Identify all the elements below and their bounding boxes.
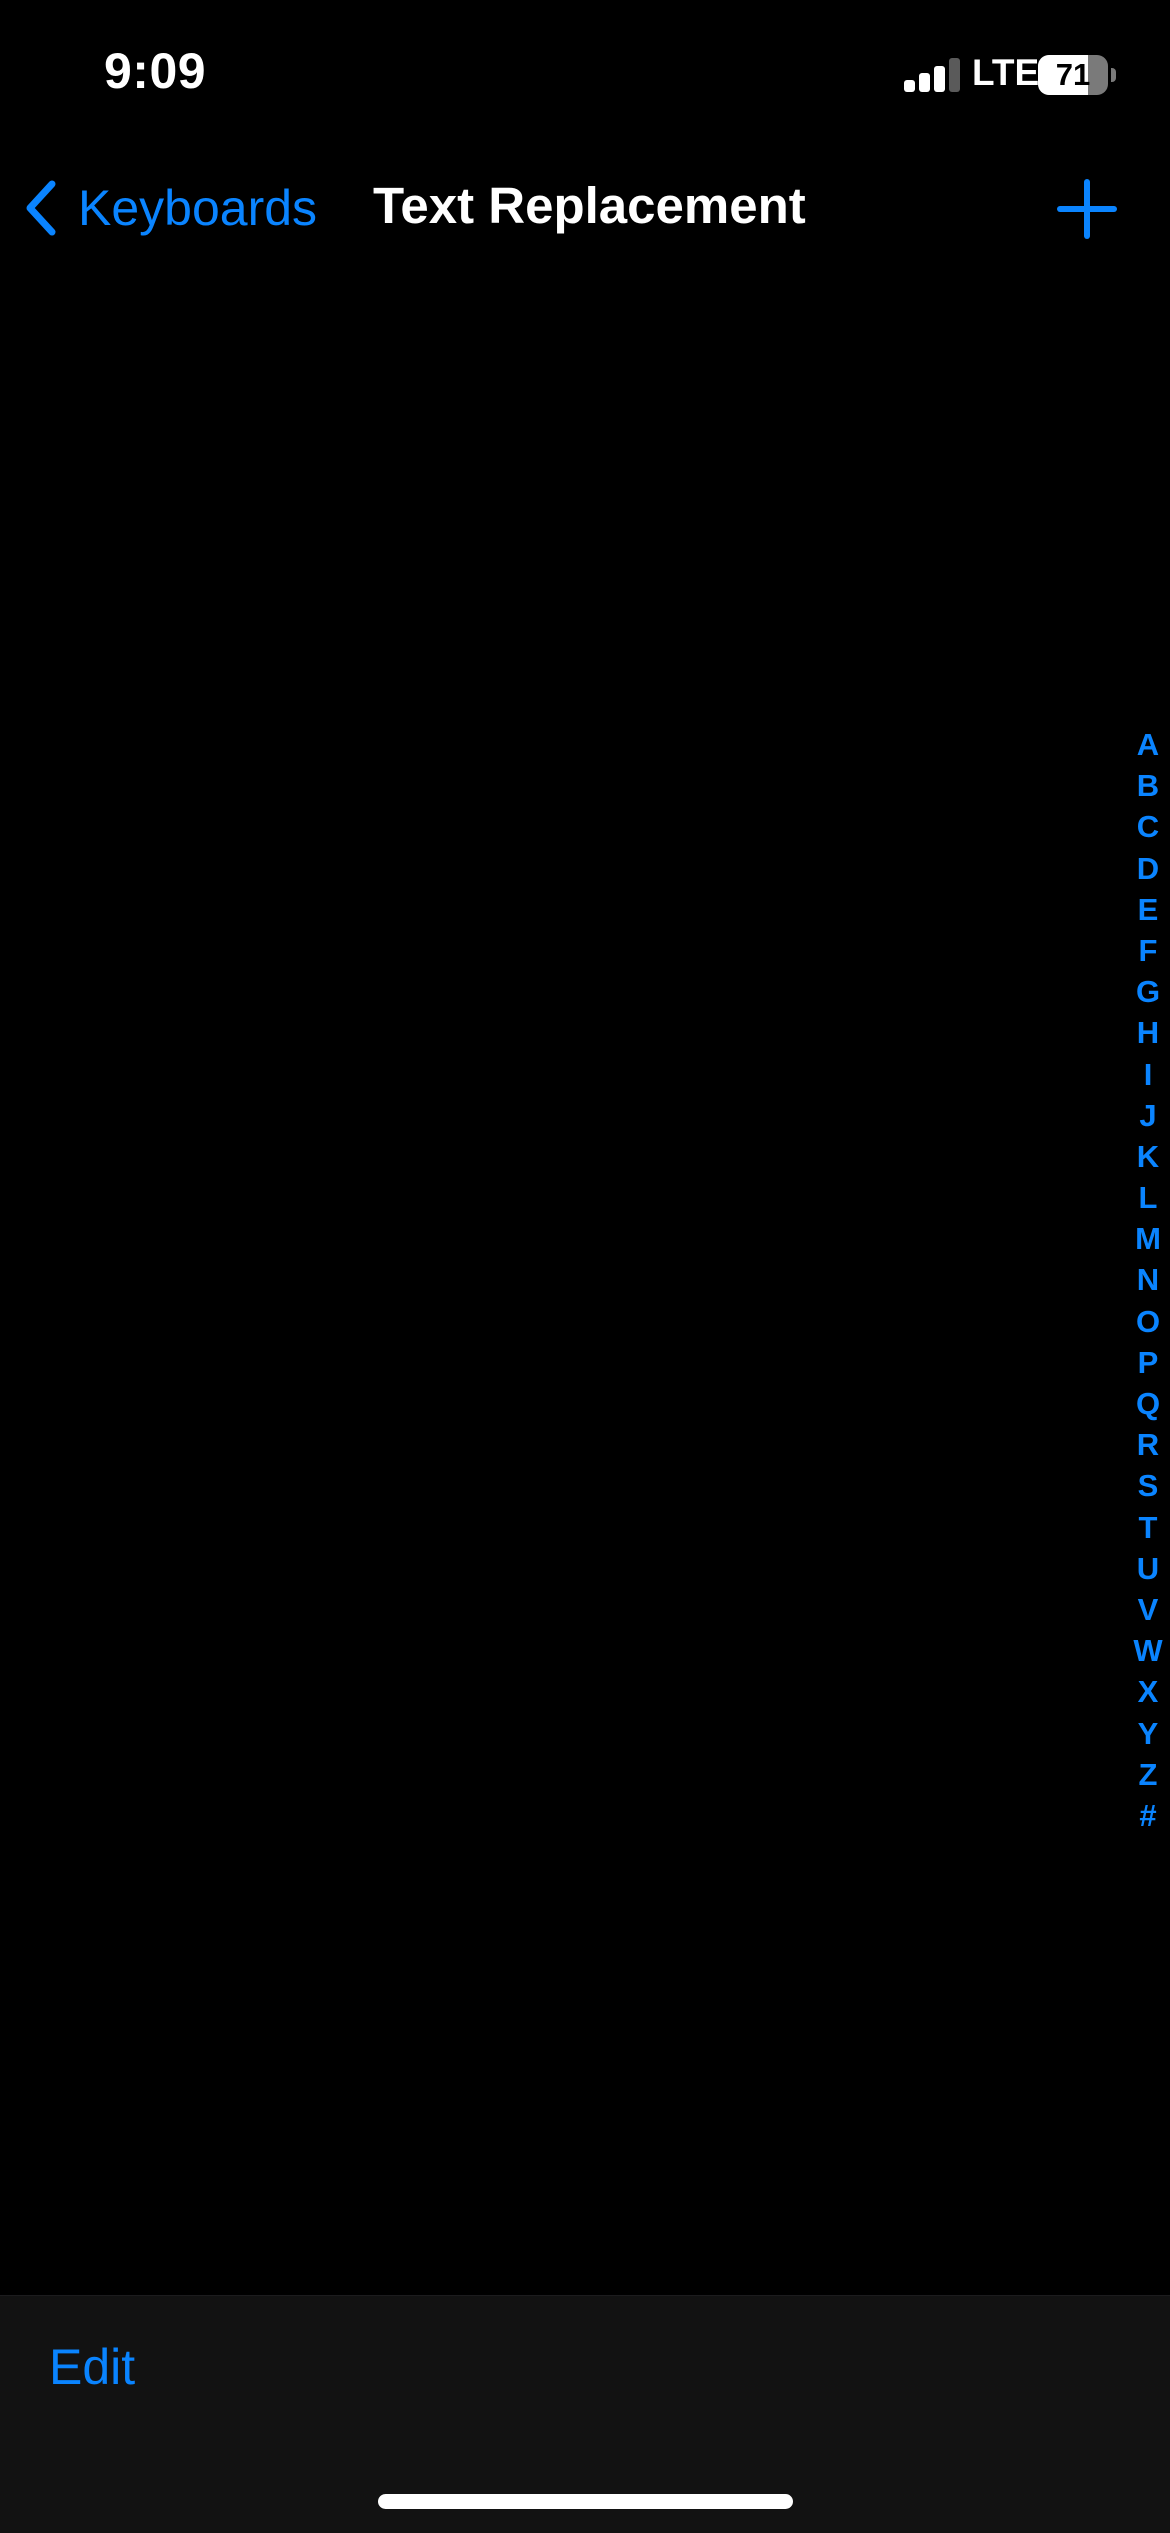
- battery-icon: 71: [1038, 55, 1116, 95]
- section-index-letter[interactable]: J: [1139, 1095, 1156, 1136]
- section-index-letter[interactable]: Q: [1136, 1383, 1160, 1424]
- page-title: Text Replacement: [373, 177, 806, 234]
- home-indicator[interactable]: [378, 2494, 793, 2509]
- section-index-letter[interactable]: Z: [1139, 1754, 1158, 1795]
- section-index-letter[interactable]: K: [1137, 1136, 1159, 1177]
- section-index-letter[interactable]: C: [1137, 806, 1159, 847]
- section-index-letter[interactable]: E: [1138, 889, 1159, 930]
- chevron-left-icon: [26, 180, 56, 236]
- section-index-letter[interactable]: M: [1135, 1218, 1161, 1259]
- back-button[interactable]: Keyboards: [22, 172, 317, 244]
- section-index-letter[interactable]: O: [1136, 1301, 1160, 1342]
- section-index[interactable]: A B C D E F G H I J K L M N O P Q R S T U V W X Y Z #: [1128, 724, 1168, 1836]
- section-index-letter[interactable]: X: [1138, 1671, 1159, 1712]
- section-index-letter[interactable]: H: [1137, 1012, 1159, 1053]
- plus-icon: [1057, 179, 1117, 239]
- section-index-letter[interactable]: D: [1137, 848, 1159, 889]
- section-index-letter[interactable]: F: [1139, 930, 1158, 971]
- section-index-letter[interactable]: N: [1137, 1259, 1159, 1300]
- add-button[interactable]: [1054, 176, 1120, 242]
- section-index-letter[interactable]: I: [1144, 1054, 1153, 1095]
- section-index-letter[interactable]: #: [1139, 1795, 1156, 1836]
- bottom-toolbar: Edit: [0, 2295, 1170, 2533]
- section-index-letter[interactable]: A: [1137, 724, 1159, 765]
- back-button-label: Keyboards: [78, 180, 318, 236]
- section-index-letter[interactable]: G: [1136, 971, 1160, 1012]
- battery-percent: 71: [1055, 57, 1091, 92]
- section-index-letter[interactable]: W: [1133, 1630, 1162, 1671]
- edit-button[interactable]: Edit: [49, 2338, 135, 2396]
- section-index-letter[interactable]: P: [1138, 1342, 1159, 1383]
- cellular-signal-icon: [904, 58, 962, 92]
- section-index-letter[interactable]: V: [1138, 1589, 1159, 1630]
- section-index-letter[interactable]: B: [1137, 765, 1159, 806]
- status-bar: 9:09 LTE 71: [0, 0, 1170, 150]
- section-index-letter[interactable]: T: [1139, 1507, 1158, 1548]
- section-index-letter[interactable]: S: [1138, 1465, 1159, 1506]
- section-index-letter[interactable]: R: [1137, 1424, 1159, 1465]
- network-type: LTE: [972, 52, 1040, 93]
- section-index-letter[interactable]: Y: [1138, 1713, 1159, 1754]
- navigation-bar: Keyboards Text Replacement: [0, 150, 1170, 266]
- section-index-letter[interactable]: L: [1139, 1177, 1158, 1218]
- section-index-letter[interactable]: U: [1137, 1548, 1159, 1589]
- status-time: 9:09: [104, 43, 207, 99]
